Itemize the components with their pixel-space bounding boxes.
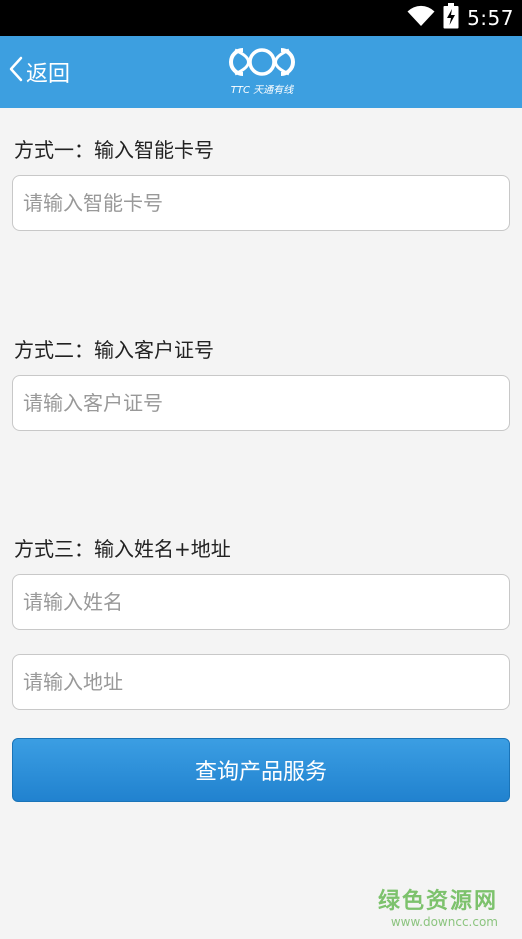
query-service-button[interactable]: 查询产品服务 xyxy=(12,738,510,802)
customer-id-input[interactable] xyxy=(12,375,510,431)
watermark-title: 绿色资源网 xyxy=(377,889,498,914)
logo-mark-icon xyxy=(229,48,295,76)
logo-text: TTC 天通有线 xyxy=(230,85,294,96)
brand-logo: TTC 天通有线 xyxy=(222,44,302,100)
status-bar: 5:57 xyxy=(0,0,522,36)
method2-label: 方式二：输入客户证号 xyxy=(14,338,214,362)
battery-charging-icon xyxy=(443,3,459,33)
watermark-url: www.downcc.com xyxy=(390,915,498,929)
app-bar: 返回 TTC 天通有线 xyxy=(0,36,522,108)
method1-label: 方式一：输入智能卡号 xyxy=(14,138,214,162)
name-input[interactable] xyxy=(12,574,510,630)
method3-label: 方式三：输入姓名+地址 xyxy=(14,537,231,561)
back-button[interactable]: 返回 xyxy=(8,36,70,108)
wifi-icon xyxy=(407,5,435,31)
address-input[interactable] xyxy=(12,654,510,710)
back-label: 返回 xyxy=(26,62,71,87)
watermark: 绿色资源网 www.downcc.com xyxy=(378,889,498,929)
status-time: 5:57 xyxy=(467,6,514,30)
status-icons: 5:57 xyxy=(407,0,514,36)
smart-card-number-input[interactable] xyxy=(12,175,510,231)
chevron-left-icon xyxy=(8,56,26,88)
